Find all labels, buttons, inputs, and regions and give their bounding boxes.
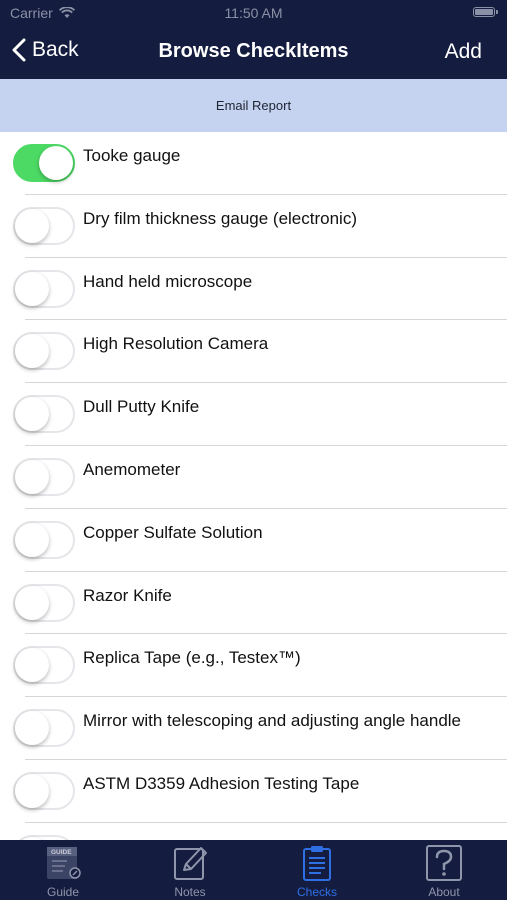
toggle-knob bbox=[15, 208, 49, 243]
toggle-switch[interactable] bbox=[13, 709, 75, 748]
item-label: Replica Tape (e.g., Testex™) bbox=[83, 648, 301, 668]
toggle-switch[interactable] bbox=[13, 269, 75, 308]
list-item: Mirror with telescoping and adjusting an… bbox=[0, 697, 507, 760]
toggle-knob bbox=[15, 648, 49, 683]
svg-text:GUIDE: GUIDE bbox=[51, 849, 72, 856]
toggle-knob bbox=[15, 773, 49, 808]
toggle-switch[interactable] bbox=[13, 771, 75, 810]
list-item: Anemometer bbox=[0, 446, 507, 509]
list-item: Hand held microscope bbox=[0, 258, 507, 321]
tab-checks-label: Checks bbox=[296, 885, 337, 899]
tab-checks[interactable]: Checks bbox=[254, 840, 380, 900]
tab-bar: GUIDE Guide Notes Checks About bbox=[0, 840, 507, 900]
page-title: Browse CheckItems bbox=[158, 40, 349, 62]
tab-guide[interactable]: GUIDE Guide bbox=[0, 840, 126, 900]
status-bar: Carrier 11:50 AM bbox=[0, 0, 507, 26]
list-item: Dull Putty Knife bbox=[0, 383, 507, 446]
toggle-switch[interactable] bbox=[13, 520, 75, 559]
item-label: Razor Knife bbox=[83, 585, 172, 605]
toggle-knob bbox=[15, 334, 49, 369]
guide-icon: GUIDE bbox=[47, 847, 81, 879]
tab-notes[interactable]: Notes bbox=[127, 840, 253, 900]
list-item bbox=[0, 823, 507, 840]
tab-about-label: About bbox=[428, 885, 460, 899]
navigation-bar: Carrier 11:50 AM Back Browse CheckItems … bbox=[0, 0, 507, 79]
list-item: Razor Knife bbox=[0, 572, 507, 635]
item-label: Copper Sulfate Solution bbox=[83, 522, 263, 542]
item-label: Anemometer bbox=[83, 459, 181, 479]
toggle-switch[interactable] bbox=[13, 646, 75, 685]
toggle-knob bbox=[15, 397, 49, 432]
item-label: Dry film thickness gauge (electronic) bbox=[83, 208, 357, 228]
toggle-switch[interactable] bbox=[13, 395, 75, 434]
tab-guide-label: Guide bbox=[46, 885, 80, 899]
add-button[interactable]: Add bbox=[445, 40, 482, 64]
status-time: 11:50 AM bbox=[224, 5, 283, 21]
toggle-knob bbox=[39, 146, 73, 180]
toggle-knob bbox=[15, 585, 49, 620]
toggle-knob bbox=[15, 522, 49, 557]
toggle-switch[interactable] bbox=[13, 332, 75, 371]
item-label: Mirror with telescoping and adjusting an… bbox=[83, 711, 462, 731]
tab-about[interactable]: About bbox=[381, 840, 507, 900]
toggle-switch[interactable] bbox=[13, 206, 75, 245]
checks-icon bbox=[303, 846, 331, 881]
item-label: ASTM D3359 Adhesion Testing Tape bbox=[83, 773, 360, 793]
item-label: Tooke gauge bbox=[83, 146, 181, 165]
about-icon bbox=[426, 845, 462, 881]
list-item: ASTM D3359 Adhesion Testing Tape bbox=[0, 760, 507, 823]
list-item: Dry film thickness gauge (electronic) bbox=[0, 195, 507, 258]
toggle-switch[interactable] bbox=[13, 144, 75, 182]
list-item: Copper Sulfate Solution bbox=[0, 509, 507, 572]
item-label: Dull Putty Knife bbox=[83, 397, 200, 417]
toggle-knob bbox=[15, 711, 49, 746]
toggle-switch[interactable] bbox=[13, 457, 75, 496]
toggle-knob bbox=[15, 459, 49, 494]
toggle-knob bbox=[15, 271, 49, 306]
item-label: Hand held microscope bbox=[83, 271, 253, 291]
battery-icon bbox=[473, 7, 498, 17]
email-report-label: Email Report bbox=[215, 98, 292, 113]
list-item: Replica Tape (e.g., Testex™) bbox=[0, 634, 507, 698]
toggle-switch[interactable] bbox=[13, 583, 75, 622]
notes-icon bbox=[174, 847, 207, 880]
checkitem-list[interactable]: Tooke gauge Dry film thickness gauge (el… bbox=[0, 132, 507, 840]
list-item: High Resolution Camera bbox=[0, 320, 507, 384]
email-report-button[interactable]: Email Report bbox=[0, 79, 507, 132]
tab-notes-label: Notes bbox=[174, 885, 206, 899]
list-item: Tooke gauge bbox=[0, 132, 507, 195]
item-label: High Resolution Camera bbox=[83, 334, 269, 354]
